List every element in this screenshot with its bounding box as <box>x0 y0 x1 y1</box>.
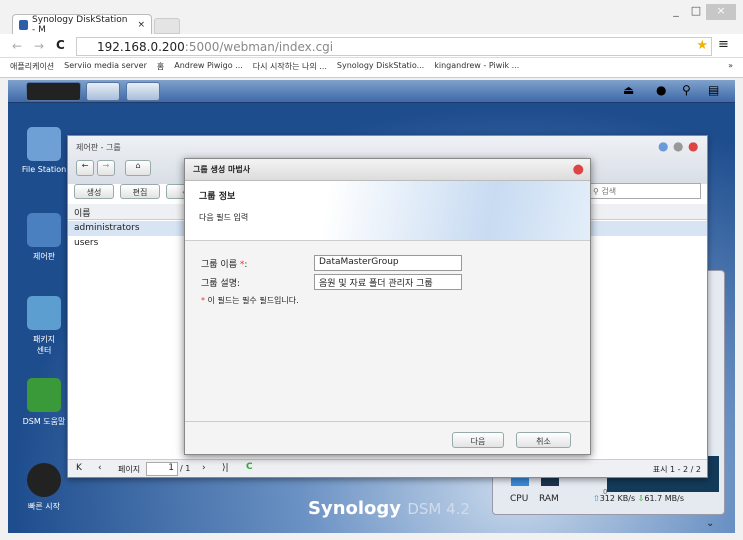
icon-label: 제어판 <box>32 252 56 261</box>
next-button[interactable]: 다음 <box>452 432 504 448</box>
bookmark-star-icon[interactable]: ★ <box>696 38 708 53</box>
icon-label: File Station <box>21 165 67 174</box>
resource-monitor-taskbar-button[interactable] <box>86 82 120 101</box>
bookmark[interactable]: 다시 시작하는 나의 ... <box>253 61 327 74</box>
widgets-icon[interactable]: ▤ <box>708 83 719 97</box>
chevron-down-icon[interactable]: ⌄ <box>706 518 714 529</box>
last-page-icon[interactable]: ⟩| <box>222 463 229 473</box>
forward-icon[interactable]: → <box>34 39 44 53</box>
minimize-window-button[interactable]: ● <box>673 139 683 153</box>
synology-logo: Synology DSM 4.2 <box>308 498 470 519</box>
bookmark[interactable]: 애플리케이션 <box>10 61 54 74</box>
pager: K ‹ 페이지 1 / 1 › ⟩| C 표시 1 - 2 / 2 <box>68 459 707 477</box>
control-panel-taskbar-button[interactable] <box>126 82 160 101</box>
bookmark[interactable]: 홈 <box>157 61 164 74</box>
display-count: 표시 1 - 2 / 2 <box>652 465 701 474</box>
usb-icon[interactable]: ⏏ <box>623 83 634 97</box>
close-window-icon[interactable]: ● <box>688 139 698 153</box>
window-title: 제어판 - 그룹 <box>76 143 121 152</box>
desktop-icon-dsm-help[interactable]: DSM 도움말 <box>16 378 72 427</box>
desktop-icon-file-station[interactable]: File Station <box>16 127 72 174</box>
desktop-icon-quick-start[interactable]: 빠른 시작 <box>16 463 72 512</box>
new-tab-button[interactable] <box>154 18 180 34</box>
url-input[interactable]: 192.168.0.200:5000/webman/index.cgi ★ <box>76 37 712 56</box>
close-tab-icon[interactable]: × <box>137 20 145 30</box>
prev-page-icon[interactable]: ‹ <box>98 463 102 473</box>
cpu-label: CPU <box>510 494 529 504</box>
url-host: 192.168.0.200 <box>97 40 185 54</box>
back-icon[interactable]: ← <box>12 39 22 53</box>
page-input[interactable]: 1 <box>146 462 178 476</box>
icon-label: DSM 도움말 <box>22 417 66 426</box>
main-menu-button[interactable] <box>26 82 81 101</box>
first-page-icon[interactable]: K <box>76 463 82 473</box>
home-button[interactable]: ⌂ <box>125 160 151 176</box>
group-description-input[interactable]: 음원 및 자료 폴더 관리자 그룹 <box>314 274 462 290</box>
magic-hat-icon <box>27 463 61 497</box>
create-group-wizard: 그룹 생성 마법사 ● 그룹 정보 다음 필드 입력 그룹 이름 *: Data… <box>184 158 591 455</box>
required-note: * 이 필드는 필수 필드입니다. <box>201 296 299 305</box>
group-description-label: 그룹 설명: <box>201 279 241 289</box>
bookmarks-bar: 애플리케이션 Serviio media server 홈 Andrew Piw… <box>0 58 743 78</box>
file-station-icon <box>27 127 61 161</box>
page-label: 페이지 <box>118 465 141 474</box>
forward-button[interactable]: → <box>97 160 115 176</box>
dsm-favicon <box>19 19 29 30</box>
package-center-icon <box>27 296 61 330</box>
create-button[interactable]: 생성 <box>74 184 114 199</box>
cancel-button[interactable]: 취소 <box>516 432 571 448</box>
user-icon[interactable]: ● <box>656 83 666 97</box>
search-field[interactable]: ⚲ 검색 <box>588 183 701 199</box>
reload-icon[interactable]: C <box>56 38 65 52</box>
control-panel-icon <box>27 213 61 247</box>
section-subtitle: 다음 필드 입력 <box>199 213 249 222</box>
tab-title: Synology DiskStation - M <box>32 14 128 35</box>
help-button[interactable]: ● <box>658 139 668 153</box>
tab-bar: Synology DiskStation - M × _ □ × <box>0 0 743 35</box>
icon-label: 패키지 센터 <box>32 335 56 355</box>
section-title: 그룹 정보 <box>199 192 236 202</box>
divider <box>185 421 590 422</box>
minimize-button[interactable]: _ <box>666 4 686 20</box>
help-icon <box>27 378 61 412</box>
group-name-input[interactable]: DataMasterGroup <box>314 255 462 271</box>
bookmark[interactable]: kingandrew - Piwik ... <box>434 61 519 74</box>
url-path: :5000/webman/index.cgi <box>184 40 334 54</box>
search-icon[interactable]: ⚲ <box>682 83 691 97</box>
refresh-icon[interactable]: C <box>246 462 253 472</box>
menu-icon[interactable]: ≡ <box>718 37 729 52</box>
ram-label: RAM <box>539 494 559 504</box>
page-total: / 1 <box>180 464 191 473</box>
dialog-header: 그룹 생성 마법사 ● <box>185 159 590 181</box>
back-button[interactable]: ← <box>76 160 94 176</box>
network-speeds: ⇧312 KB/s ⇩61.7 MB/s <box>593 494 684 503</box>
bookmark[interactable]: Serviio media server <box>64 61 147 74</box>
dsm-taskbar: ⏏ ● ⚲ ▤ <box>8 80 735 103</box>
icon-label: 빠른 시작 <box>28 502 60 511</box>
desktop-icon-package-center[interactable]: 패키지 센터 <box>16 296 72 356</box>
edit-button[interactable]: 편집 <box>120 184 160 199</box>
group-name-label: 그룹 이름 *: <box>201 260 248 270</box>
desktop-icon-control-panel[interactable]: 제어판 <box>16 213 72 262</box>
bookmark[interactable]: Andrew Piwigo ... <box>174 61 243 74</box>
dialog-title: 그룹 생성 마법사 <box>193 165 251 174</box>
browser-tab[interactable]: Synology DiskStation - M × <box>12 14 152 35</box>
close-window-button[interactable]: × <box>706 4 736 20</box>
close-dialog-icon[interactable]: ● <box>573 162 584 177</box>
more-bookmarks[interactable]: » <box>728 61 733 74</box>
maximize-button[interactable]: □ <box>686 4 706 20</box>
bookmark[interactable]: Synology DiskStatio... <box>337 61 424 74</box>
wizard-banner: 그룹 정보 다음 필드 입력 <box>185 181 590 241</box>
next-page-icon[interactable]: › <box>202 463 206 473</box>
